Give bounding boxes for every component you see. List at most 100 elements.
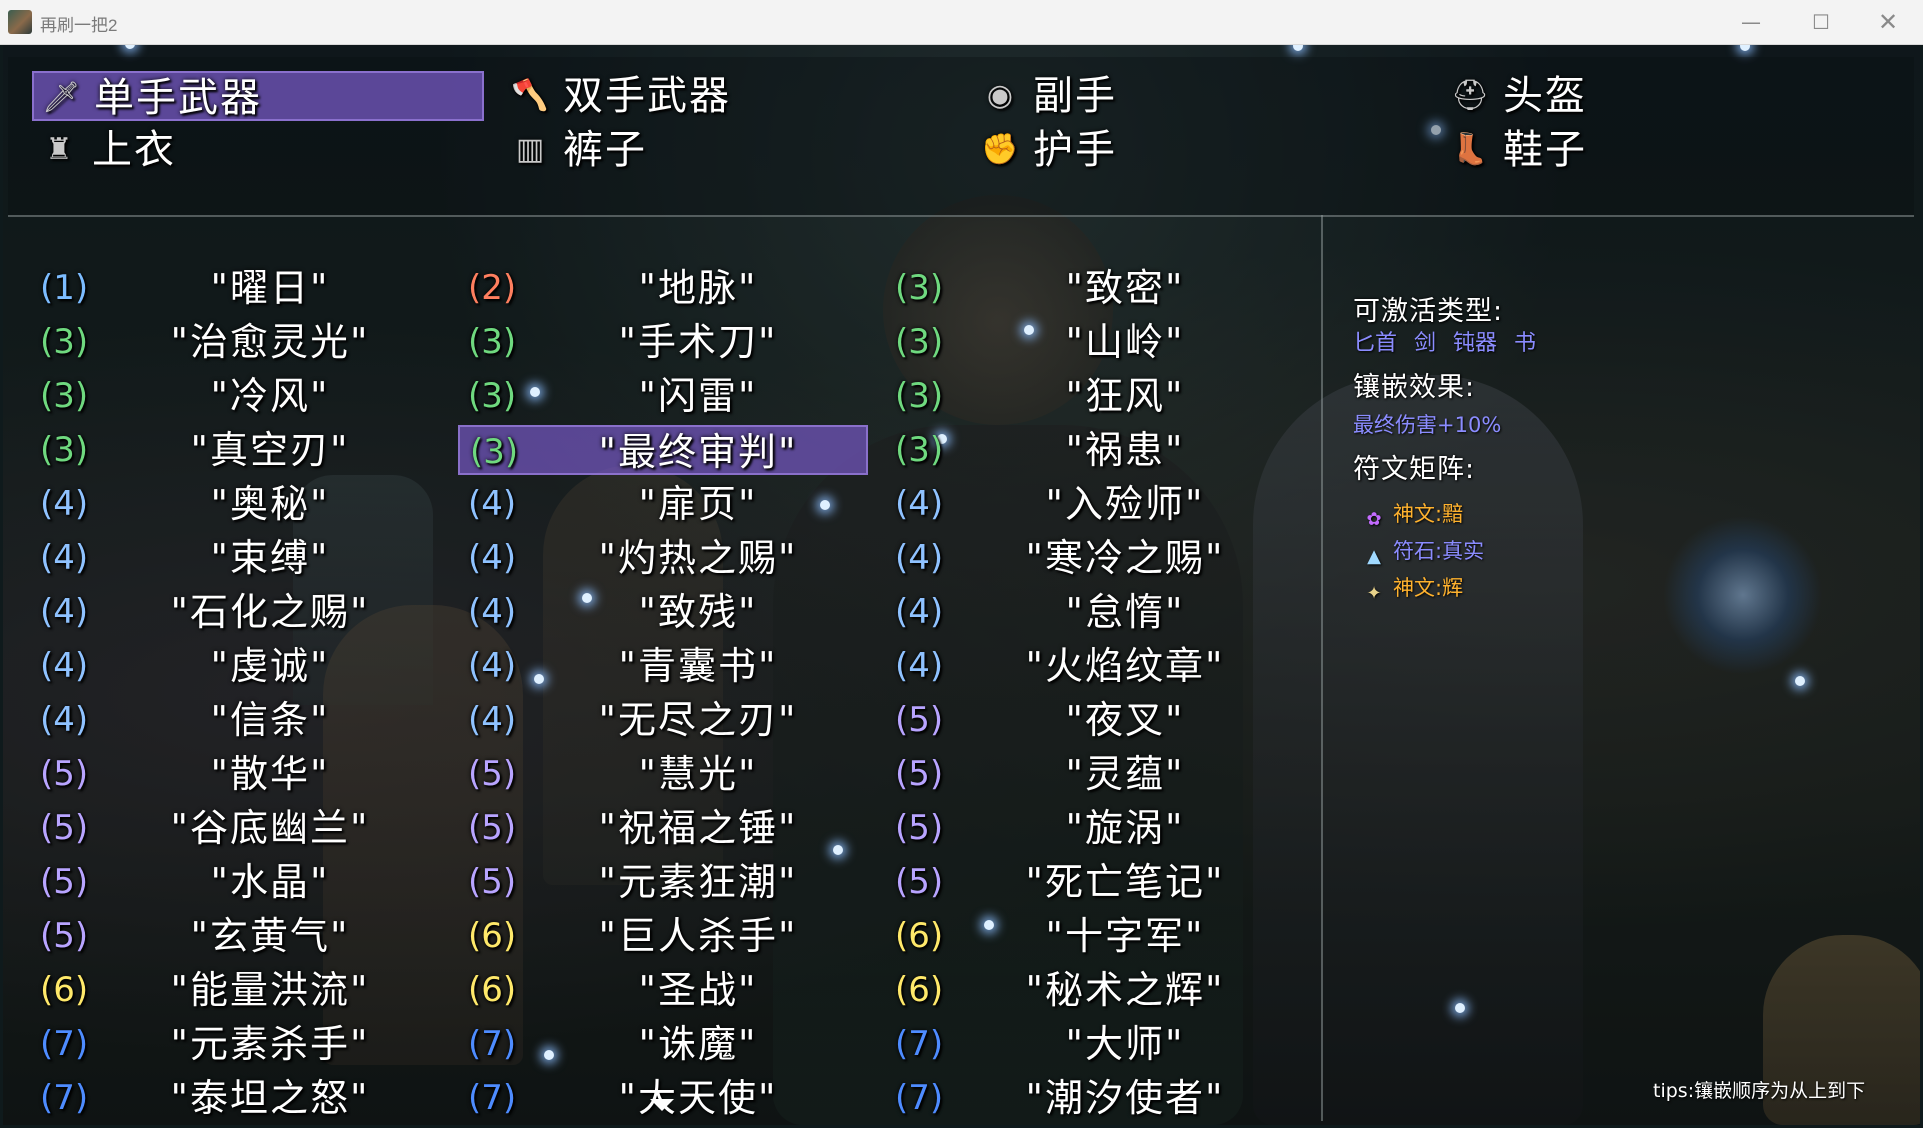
runeword-name: "手术刀" <box>618 320 778 364</box>
runeword-item[interactable]: (4) "无尽之刃" <box>458 695 868 745</box>
runeword-level: (3) <box>40 376 89 416</box>
runeword-item[interactable]: (4) "灼热之赐" <box>458 533 868 583</box>
runeword-item[interactable]: (7) "元素杀手" <box>30 1019 440 1069</box>
runeword-item[interactable]: (5) "慧光" <box>458 749 868 799</box>
runeword-level: (4) <box>468 700 517 740</box>
runeword-item[interactable]: (5) "玄黄气" <box>30 911 440 961</box>
runeword-item[interactable]: (6) "秘术之辉" <box>885 965 1295 1015</box>
runeword-name: "元素狂潮" <box>598 860 798 904</box>
runeword-item[interactable]: (5) "夜叉" <box>885 695 1295 745</box>
runeword-item[interactable]: (5) "旋涡" <box>885 803 1295 853</box>
runeword-item[interactable]: (3) "手术刀" <box>458 317 868 367</box>
close-button[interactable]: ✕ <box>1853 0 1923 44</box>
tab-helmet[interactable]: ⛑ 头盔 <box>1443 71 1893 121</box>
tab-boots[interactable]: 👢 鞋子 <box>1443 125 1893 175</box>
runeword-item[interactable]: (4) "火焰纹章" <box>885 641 1295 691</box>
runeword-name: "玄黄气" <box>190 914 350 958</box>
runeword-item[interactable]: (3) "祸患" <box>885 425 1295 475</box>
rune-label: 符石:真实 <box>1393 539 1485 563</box>
runeword-level: (3) <box>895 268 944 308</box>
runeword-item[interactable]: (7) "大师" <box>885 1019 1295 1069</box>
runeword-name: "能量洪流" <box>170 968 370 1012</box>
tab-top-armor[interactable]: ♜ 上衣 <box>32 125 482 175</box>
runeword-level: (5) <box>468 808 517 848</box>
runeword-name: "无尽之刃" <box>598 698 798 742</box>
runeword-name: "旋涡" <box>1065 806 1185 850</box>
runeword-name: "寒冷之赐" <box>1025 536 1225 580</box>
runeword-item[interactable]: (5) "水晶" <box>30 857 440 907</box>
runeword-item[interactable]: (5) "祝福之锤" <box>458 803 868 853</box>
runeword-name: "束缚" <box>210 536 330 580</box>
runeword-name: "元素杀手" <box>170 1022 370 1066</box>
runeword-item[interactable]: (4) "致残" <box>458 587 868 637</box>
tab-gauntlets[interactable]: ✊ 护手 <box>973 125 1423 175</box>
runeword-item[interactable]: (3) "闪雷" <box>458 371 868 421</box>
maximize-button[interactable]: ☐ <box>1786 0 1856 44</box>
rune-label: 神文:黯 <box>1393 502 1464 526</box>
runeword-item[interactable]: (3) "山岭" <box>885 317 1295 367</box>
runeword-item[interactable]: (3) "致密" <box>885 263 1295 313</box>
runeword-item[interactable]: (1) "曜日" <box>30 263 440 313</box>
minimize-button[interactable]: — <box>1716 0 1786 44</box>
runeword-item[interactable]: (3) "真空刃" <box>30 425 440 475</box>
runeword-item[interactable]: (3) "最终审判" <box>458 425 868 475</box>
runeword-level: (4) <box>468 646 517 686</box>
runeword-item[interactable]: (4) "怠惰" <box>885 587 1295 637</box>
runeword-item[interactable]: (7) "诛魔" <box>458 1019 868 1069</box>
runeword-item[interactable]: (7) "泰坦之怒" <box>30 1073 440 1123</box>
runeword-item[interactable]: (4) "入殓师" <box>885 479 1295 529</box>
runeword-item[interactable]: (5) "元素狂潮" <box>458 857 868 907</box>
runeword-level: (6) <box>468 916 517 956</box>
gold-rune-icon: ✦ <box>1366 583 1382 604</box>
tab-label: 副手 <box>1033 73 1117 119</box>
tab-offhand[interactable]: ◉ 副手 <box>973 71 1423 121</box>
runeword-item[interactable]: (4) "扉页" <box>458 479 868 529</box>
runeword-name: "治愈灵光" <box>170 320 370 364</box>
runeword-level: (7) <box>895 1078 944 1118</box>
tab-label: 双手武器 <box>563 73 731 119</box>
runeword-item[interactable]: (7) "潮汐使者" <box>885 1073 1295 1123</box>
runeword-level: (6) <box>40 970 89 1010</box>
rune-matrix-heading: 符文矩阵: <box>1353 454 1476 485</box>
runeword-item[interactable]: (5) "灵蕴" <box>885 749 1295 799</box>
scroll-down-arrow-icon[interactable] <box>650 1099 674 1111</box>
runeword-name: "致密" <box>1065 266 1185 310</box>
tab-pants[interactable]: ▥ 裤子 <box>503 125 953 175</box>
runeword-item[interactable]: (4) "青囊书" <box>458 641 868 691</box>
rune-entry: ▲ 符石:真实 <box>1363 535 1485 567</box>
runeword-item[interactable]: (3) "狂风" <box>885 371 1295 421</box>
runeword-item[interactable]: (6) "十字军" <box>885 911 1295 961</box>
runeword-name: "慧光" <box>638 752 758 796</box>
runeword-name: "虔诚" <box>210 644 330 688</box>
runeword-name: "火焰纹章" <box>1025 644 1225 688</box>
tab-two-handed-weapon[interactable]: 🪓 双手武器 <box>503 71 953 121</box>
runeword-item[interactable]: (4) "石化之赐" <box>30 587 440 637</box>
runeword-item[interactable]: (5) "谷底幽兰" <box>30 803 440 853</box>
axe-icon: 🪓 <box>511 78 549 113</box>
runeword-item[interactable]: (4) "寒冷之赐" <box>885 533 1295 583</box>
rune-entry: ✦ 神文:辉 <box>1363 572 1463 604</box>
runeword-item[interactable]: (4) "束缚" <box>30 533 440 583</box>
runeword-item[interactable]: (3) "治愈灵光" <box>30 317 440 367</box>
runeword-name: "山岭" <box>1065 320 1185 364</box>
purple-rune-icon: ✿ <box>1366 509 1382 530</box>
tab-one-handed-weapon[interactable]: 🗡 单手武器 <box>32 71 484 121</box>
runeword-item[interactable]: (5) "死亡笔记" <box>885 857 1295 907</box>
runestone-icon: ▲ <box>1367 546 1381 567</box>
runeword-name: "泰坦之怒" <box>170 1076 370 1120</box>
runeword-item[interactable]: (4) "奥秘" <box>30 479 440 529</box>
runeword-item[interactable]: (2) "地脉" <box>458 263 868 313</box>
tab-label: 裤子 <box>563 127 647 173</box>
runeword-item[interactable]: (6) "能量洪流" <box>30 965 440 1015</box>
runeword-item[interactable]: (3) "冷风" <box>30 371 440 421</box>
runeword-item[interactable]: (7) "大天使" <box>458 1073 868 1123</box>
runeword-item[interactable]: (6) "巨人杀手" <box>458 911 868 961</box>
runeword-item[interactable]: (5) "散华" <box>30 749 440 799</box>
window-titlebar[interactable]: 再刷一把2 — ☐ ✕ <box>0 0 1923 45</box>
runeword-list[interactable]: (1) "曜日" (3) "治愈灵光" (3) "冷风" (3) "真空刃" (4) "奥秘" (4… <box>8 215 1323 1121</box>
runeword-item[interactable]: (4) "信条" <box>30 695 440 745</box>
runeword-item[interactable]: (6) "圣战" <box>458 965 868 1015</box>
runeword-level: (3) <box>468 322 517 362</box>
runeword-item[interactable]: (4) "虔诚" <box>30 641 440 691</box>
runeword-name: "死亡笔记" <box>1025 860 1225 904</box>
